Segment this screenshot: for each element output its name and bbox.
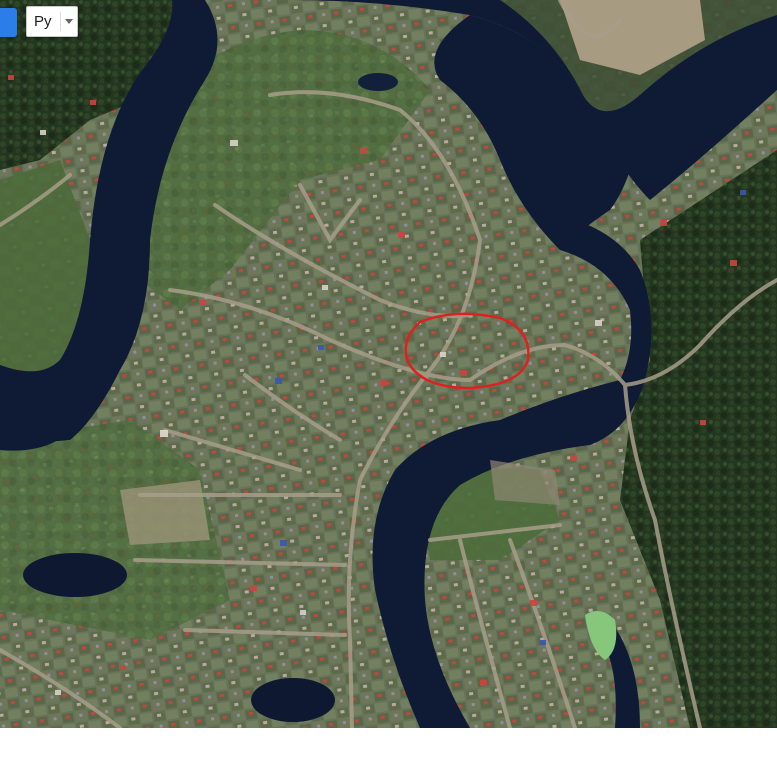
language-selector[interactable]: Ру <box>26 6 78 37</box>
bottom-strip <box>0 728 777 772</box>
satellite-map[interactable] <box>0 0 777 728</box>
language-label: Ру <box>34 13 52 30</box>
map-type-button[interactable] <box>0 8 17 37</box>
chevron-down-icon <box>65 19 73 24</box>
selector-divider <box>60 12 61 31</box>
pond-southwest <box>23 553 127 597</box>
clearing-west <box>120 480 210 545</box>
pond-north <box>358 73 398 91</box>
pond-south <box>251 678 335 722</box>
